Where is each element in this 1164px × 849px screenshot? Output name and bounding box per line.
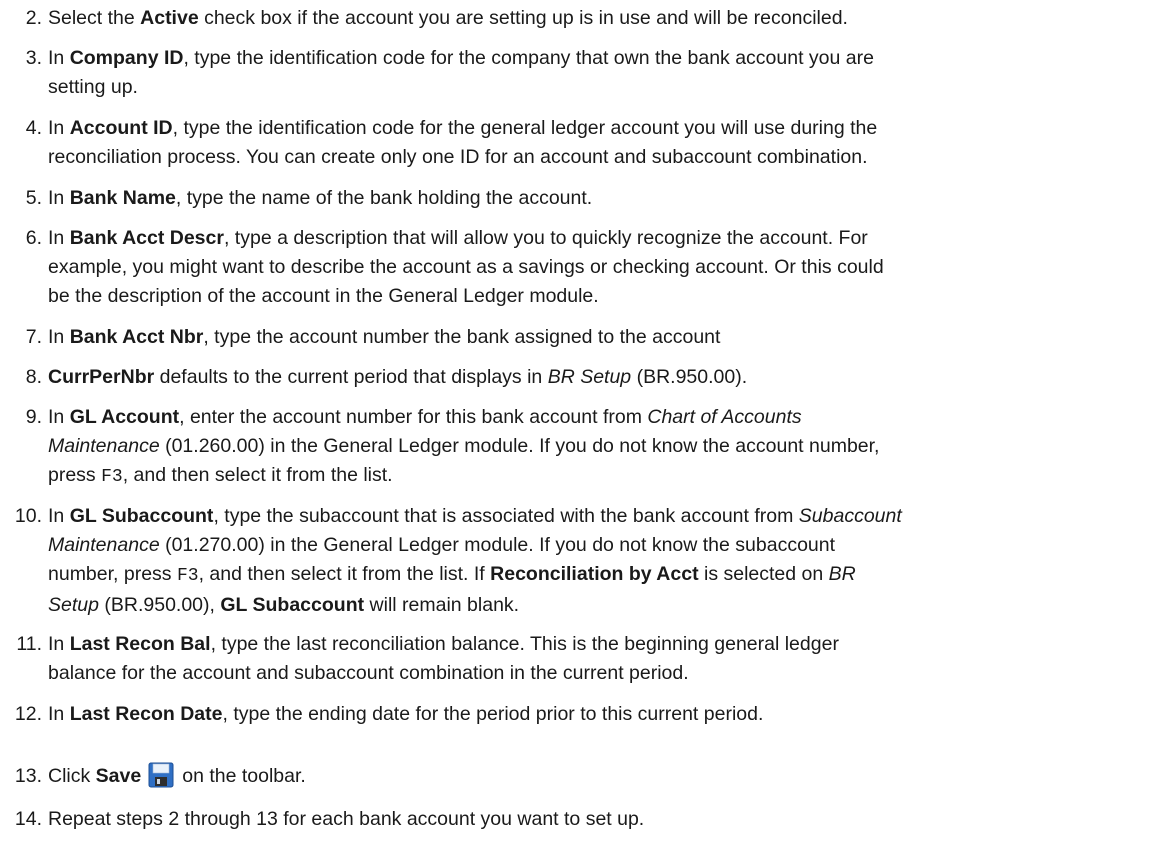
step-number: 12. bbox=[14, 703, 42, 725]
document-page: 2. Select the Active check box if the ac… bbox=[0, 0, 1164, 849]
step-number: 11. bbox=[16, 633, 42, 655]
step-number: 5. bbox=[25, 187, 42, 209]
key-f3: F3 bbox=[101, 467, 123, 487]
field-gl-account: GL Account bbox=[69, 406, 180, 428]
step-number: 3. bbox=[25, 47, 42, 69]
screen-br-setup: BR bbox=[828, 563, 856, 585]
field-currpernbr: CurrPerNbr bbox=[48, 366, 155, 388]
field-gl-subaccount: GL Subaccount bbox=[69, 505, 214, 527]
field-account-id: Account ID bbox=[69, 117, 173, 139]
field-last-recon-bal: Last Recon Bal bbox=[69, 633, 211, 655]
screen-br-setup-cont: Setup bbox=[48, 594, 99, 616]
field-active: Active bbox=[140, 7, 199, 29]
field-bank-acct-descr: Bank Acct Descr bbox=[69, 227, 224, 249]
screen-chart-of-accounts-cont: Maintenance bbox=[48, 435, 160, 457]
field-last-recon-date: Last Recon Date bbox=[69, 703, 223, 725]
screen-br-setup: BR Setup bbox=[547, 366, 632, 388]
step-number: 9. bbox=[25, 406, 42, 428]
step-number: 4. bbox=[25, 117, 42, 139]
step-number: 13. bbox=[14, 765, 42, 787]
step-number: 7. bbox=[25, 326, 42, 348]
key-f3: F3 bbox=[176, 566, 199, 586]
screen-subaccount: Subaccount bbox=[798, 505, 902, 527]
step-number: 8. bbox=[25, 366, 42, 388]
field-bank-acct-nbr: Bank Acct Nbr bbox=[69, 326, 204, 348]
screen-subaccount-cont: Maintenance bbox=[48, 534, 160, 556]
step-number: 6. bbox=[25, 227, 42, 249]
field-bank-name: Bank Name bbox=[69, 187, 176, 209]
option-reconciliation-by-acct: Reconciliation by Acct bbox=[490, 563, 699, 585]
button-save-label: Save bbox=[95, 765, 142, 787]
field-company-id: Company ID bbox=[69, 47, 184, 69]
field-gl-subaccount: GL Subaccount bbox=[220, 594, 365, 616]
step-number: 2. bbox=[25, 7, 42, 29]
step-number: 10. bbox=[14, 505, 42, 527]
screen-chart-of-accounts: Chart of Accounts bbox=[647, 406, 802, 428]
save-floppy-icon bbox=[148, 762, 174, 788]
step-number: 14. bbox=[14, 808, 42, 830]
